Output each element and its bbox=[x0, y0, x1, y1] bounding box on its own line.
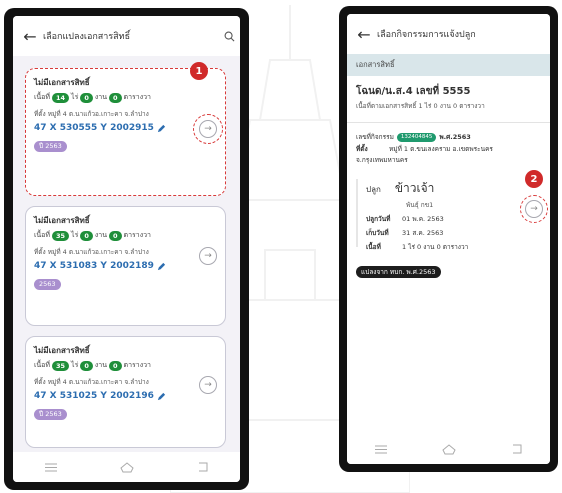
step-marker-2: 2 bbox=[525, 170, 543, 188]
ngan-badge: 0 bbox=[80, 360, 93, 371]
phone-right: ← เลือกกิจกรรมการแจ้งปลูก เอกสารสิทธิ์ โ… bbox=[339, 6, 558, 472]
header: ← เลือกแปลงเอกสารสิทธิ์ bbox=[13, 16, 240, 56]
plot-area: เนื้อที่ 35 ไร่ 0 งาน 0 ตารางวา bbox=[34, 360, 151, 371]
plot-coordinate: 47 X 531025 Y 2002196 bbox=[34, 391, 217, 401]
plot-coordinate: 47 X 531083 Y 2002189 bbox=[34, 261, 217, 271]
planting-info[interactable]: ปลูก ข้าวเจ้า พันธุ์ กข1 ปลูกวันที่ 01 พ.… bbox=[356, 179, 518, 251]
wa-badge: 0 bbox=[109, 230, 122, 241]
location-row-2: จ.กรุงเทพมหานคร bbox=[356, 156, 408, 164]
planted-date-row: ปลูกวันที่ 01 พ.ค. 2563 bbox=[366, 215, 444, 223]
year-badge: ปี 2563 bbox=[34, 409, 67, 420]
search-icon bbox=[224, 31, 234, 41]
converted-badge: แปลงจาก ทบก. พ.ศ.2563 bbox=[356, 266, 441, 278]
menu-icon[interactable] bbox=[374, 445, 387, 454]
plot-name: ไม่มีเอกสารสิทธิ์ bbox=[34, 78, 90, 87]
location-row: ที่ตั้ง หมู่ที่ 1 ต.ขนเลงคราม อ.เขตพระนค… bbox=[356, 145, 493, 153]
page-title: เลือกแปลงเอกสารสิทธิ์ bbox=[43, 32, 131, 42]
open-activity-button[interactable]: → bbox=[525, 200, 543, 218]
activity-number-row: เลขที่กิจกรรม 132404845 พ.ศ.2563 bbox=[356, 132, 471, 142]
plot-card-3[interactable]: ไม่มีเอกสารสิทธิ์ เนื้อที่ 35 ไร่ 0 งาน … bbox=[25, 336, 226, 448]
plot-address: ที่ตั้ง หมู่ที่ 4 ต.นาแก้วอ.เกาะคา จ.ลำป… bbox=[34, 248, 149, 256]
arrow-right-icon: → bbox=[204, 124, 212, 134]
plot-card-2[interactable]: ไม่มีเอกสารสิทธิ์ เนื้อที่ 35 ไร่ 0 งาน … bbox=[25, 206, 226, 326]
plot-address: ที่ตั้ง หมู่ที่ 4 ต.นาแก้วอ.เกาะคา จ.ลำป… bbox=[34, 110, 149, 118]
crop-variety: พันธุ์ กข1 bbox=[406, 201, 434, 209]
document-area: เนื้อที่ตามเอกสารสิทธิ์ 1 ไร่ 0 งาน 0 ตา… bbox=[356, 102, 485, 110]
home-icon[interactable] bbox=[441, 443, 456, 455]
year-badge: ปี 2563 bbox=[34, 141, 67, 152]
crop-name: ข้าวเจ้า bbox=[394, 181, 435, 195]
arrow-right-icon: → bbox=[204, 380, 212, 390]
harvest-date-row: เก็บวันที่ 31 ส.ค. 2563 bbox=[366, 229, 444, 237]
screen-select-plot: ← เลือกแปลงเอกสารสิทธิ์ ไม่มีเอกสารสิทธิ… bbox=[13, 16, 240, 482]
android-nav-bar bbox=[347, 434, 550, 464]
plant-label: ปลูก bbox=[366, 185, 381, 194]
screen-select-activity: ← เลือกกิจกรรมการแจ้งปลูก เอกสารสิทธิ์ โ… bbox=[347, 14, 550, 464]
back-button[interactable]: ← bbox=[351, 25, 377, 44]
document-title: โฉนด/น.ส.4 เลขที่ 5555 bbox=[356, 86, 471, 97]
plot-area: เนื้อที่ 14 ไร่ 0 งาน 0 ตารางวา bbox=[34, 92, 151, 103]
page-title: เลือกกิจกรรมการแจ้งปลูก bbox=[377, 30, 476, 40]
open-plot-2-button[interactable]: → bbox=[199, 247, 217, 265]
back-button[interactable]: ← bbox=[17, 27, 43, 46]
arrow-right-icon: → bbox=[204, 251, 212, 261]
year-badge: 2563 bbox=[34, 279, 61, 290]
edit-pencil-icon[interactable] bbox=[157, 124, 166, 133]
ngan-badge: 0 bbox=[80, 230, 93, 241]
wa-badge: 0 bbox=[109, 92, 122, 103]
android-nav-bar bbox=[13, 452, 240, 482]
activity-id-badge: 132404845 bbox=[396, 132, 437, 142]
home-icon[interactable] bbox=[119, 461, 134, 473]
plot-address: ที่ตั้ง หมู่ที่ 4 ต.นาแก้วอ.เกาะคา จ.ลำป… bbox=[34, 378, 149, 386]
edit-pencil-icon[interactable] bbox=[157, 262, 166, 271]
edit-pencil-icon[interactable] bbox=[157, 392, 166, 401]
arrow-right-icon: → bbox=[530, 204, 538, 214]
open-plot-3-button[interactable]: → bbox=[199, 376, 217, 394]
plot-name: ไม่มีเอกสารสิทธิ์ bbox=[34, 216, 90, 225]
plot-area: เนื้อที่ 35 ไร่ 0 งาน 0 ตารางวา bbox=[34, 230, 151, 241]
menu-icon[interactable] bbox=[44, 463, 57, 472]
search-button[interactable] bbox=[218, 31, 240, 42]
phone-left: ← เลือกแปลงเอกสารสิทธิ์ ไม่มีเอกสารสิทธิ… bbox=[4, 8, 249, 490]
divider bbox=[347, 122, 550, 123]
rai-badge: 14 bbox=[52, 92, 70, 103]
back-nav-icon[interactable] bbox=[197, 462, 209, 472]
section-header: เอกสารสิทธิ์ bbox=[347, 54, 550, 76]
rai-badge: 35 bbox=[52, 230, 70, 241]
ngan-badge: 0 bbox=[80, 92, 93, 103]
step-marker-1: 1 bbox=[190, 62, 208, 80]
open-plot-1-button[interactable]: → bbox=[199, 120, 217, 138]
back-nav-icon[interactable] bbox=[511, 444, 523, 454]
area-row: เนื้อที่ 1 ไร่ 0 งาน 0 ตารางวา bbox=[366, 243, 469, 251]
plot-name: ไม่มีเอกสารสิทธิ์ bbox=[34, 346, 90, 355]
plot-coordinate: 47 X 530555 Y 2002915 bbox=[34, 123, 217, 133]
wa-badge: 0 bbox=[109, 360, 122, 371]
header: ← เลือกกิจกรรมการแจ้งปลูก bbox=[347, 14, 550, 54]
rai-badge: 35 bbox=[52, 360, 70, 371]
